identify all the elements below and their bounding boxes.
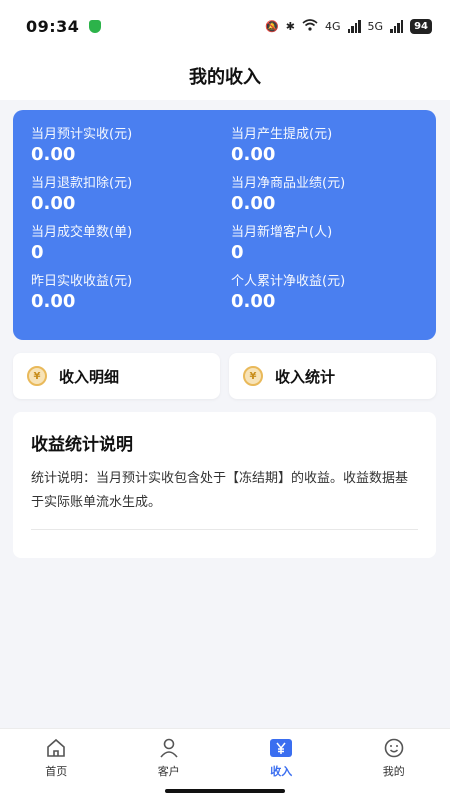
- stat-label: 当月成交单数(单): [31, 225, 133, 240]
- income-stats-label: 收入统计: [275, 367, 336, 386]
- tab-label: 我的: [382, 765, 405, 778]
- tab-label: 客户: [157, 765, 180, 778]
- bluetooth-icon: ✱: [285, 19, 296, 33]
- stat-value: 0.00: [231, 144, 276, 165]
- stat-label: 当月新增客户(人): [231, 225, 333, 240]
- info-text: 统计说明：当月预计实收包含处于【冻结期】的收益。收益数据基于实际账单流水生成。: [31, 471, 409, 510]
- stat-label: 当月产生提成(元): [231, 127, 333, 142]
- wifi-icon: [302, 18, 318, 34]
- stat-value: 0.00: [31, 291, 76, 312]
- stat-label: 当月预计实收(元): [31, 127, 133, 142]
- home-indicator: [165, 789, 285, 793]
- stat-commission: 当月产生提成(元) 0.00: [231, 126, 431, 175]
- income-detail-button[interactable]: ¥ 收入明细: [13, 353, 220, 399]
- stat-label: 昨日实收收益(元): [31, 274, 133, 289]
- network-5g-label: 5G: [367, 19, 384, 33]
- stat-value: 0.00: [231, 193, 276, 214]
- stat-total-net-income: 个人累计净收益(元) 0.00: [231, 273, 431, 322]
- tab-profile[interactable]: 我的: [338, 729, 450, 800]
- person-icon: [160, 738, 178, 758]
- stat-yesterday-income: 昨日实收收益(元) 0.00: [31, 273, 231, 322]
- action-row: ¥ 收入明细 ¥ 收入统计: [13, 353, 436, 399]
- home-icon: [47, 738, 66, 757]
- income-stats-button[interactable]: ¥ 收入统计: [229, 353, 436, 399]
- page-header: 我的收入: [0, 52, 450, 100]
- signal-4g-icon: [347, 19, 361, 33]
- info-card: 收益统计说明 统计说明：当月预计实收包含处于【冻结期】的收益。收益数据基于实际账…: [13, 412, 436, 558]
- tab-home[interactable]: 首页: [0, 729, 113, 800]
- income-summary-card: 当月预计实收(元) 0.00 当月产生提成(元) 0.00 当月退款扣除(元) …: [13, 110, 436, 340]
- stat-new-customers: 当月新增客户(人) 0: [231, 224, 431, 273]
- stat-label: 个人累计净收益(元): [231, 274, 346, 289]
- coin-icon: ¥: [243, 366, 263, 386]
- yen-icon: [270, 739, 293, 757]
- coin-icon: ¥: [27, 366, 47, 386]
- smile-icon: [384, 738, 404, 758]
- stat-refund-deduction: 当月退款扣除(元) 0.00: [31, 175, 231, 224]
- tab-label: 首页: [45, 765, 68, 778]
- income-detail-label: 收入明细: [59, 367, 120, 386]
- stat-value: 0.00: [31, 193, 76, 214]
- security-shield-icon: [89, 19, 102, 33]
- page-title: 我的收入: [189, 67, 261, 88]
- network-4g-label: 4G: [325, 19, 341, 33]
- stat-value: 0: [31, 242, 44, 263]
- signal-5g-icon: [390, 19, 404, 33]
- mute-icon: 🔕: [265, 19, 279, 33]
- stat-value: 0: [231, 242, 244, 263]
- stat-value: 0.00: [231, 291, 276, 312]
- info-title: 收益统计说明: [31, 435, 133, 455]
- battery-icon: 94: [410, 18, 432, 34]
- stat-label: 当月净商品业绩(元): [231, 176, 346, 191]
- stat-expected-income: 当月预计实收(元) 0.00: [31, 126, 231, 175]
- stat-net-performance: 当月净商品业绩(元) 0.00: [231, 175, 431, 224]
- tab-label: 收入: [270, 765, 293, 778]
- divider: [31, 529, 418, 530]
- stat-label: 当月退款扣除(元): [31, 176, 133, 191]
- stat-order-count: 当月成交单数(单) 0: [31, 224, 231, 273]
- status-time: 09:34: [26, 16, 80, 36]
- status-bar: 09:34 🔕 ✱ 4G 5G 94: [0, 0, 450, 52]
- stat-value: 0.00: [31, 144, 76, 165]
